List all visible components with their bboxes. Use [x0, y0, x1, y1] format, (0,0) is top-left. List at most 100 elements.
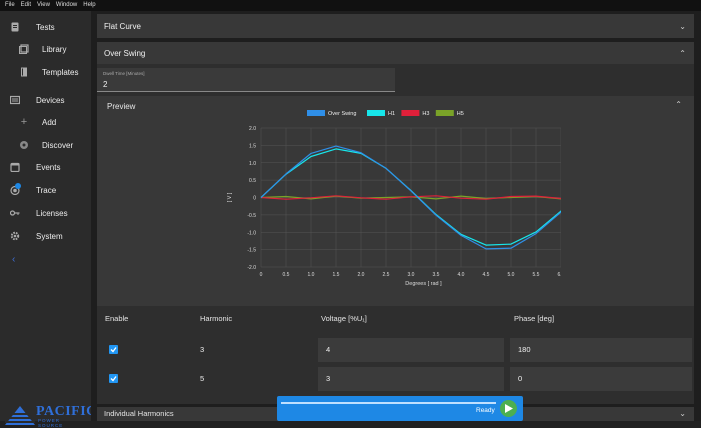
y-tick-label: 2.0	[249, 126, 256, 132]
dwell-time-caption: Dwell Time [Minutes]	[103, 71, 145, 76]
chevron-down-icon: ⌄	[679, 21, 686, 31]
menu-file[interactable]: File	[5, 0, 15, 11]
checkmark-icon	[110, 347, 117, 353]
x-tick-label: 0.5	[283, 272, 290, 278]
sidebar-item-templates[interactable]: Templates	[0, 62, 91, 82]
x-tick-label: 4.0	[458, 272, 465, 278]
discover-icon	[19, 140, 29, 150]
enable-checkbox[interactable]	[109, 374, 118, 383]
x-tick-label: 2.0	[358, 272, 365, 278]
table-row: 3 4 180	[97, 338, 694, 362]
phase-input[interactable]: 180	[510, 338, 692, 362]
harmonic-cell: 3	[200, 345, 205, 354]
x-axis-label: Degrees [ rad ]	[405, 281, 442, 287]
logo-subtext: POWER SOURCE	[38, 418, 64, 428]
sidebar-item-label: Add	[42, 117, 57, 127]
collapse-sidebar-icon[interactable]: ‹	[12, 254, 15, 265]
sidebar-item-label: Events	[36, 162, 61, 172]
key-icon	[10, 208, 20, 218]
sidebar-item-devices[interactable]: Devices	[0, 90, 91, 110]
legend-label: H5	[457, 111, 464, 117]
checkmark-icon	[110, 376, 117, 382]
sidebar-item-label: Devices	[36, 95, 65, 105]
menu-bar: File Edit View Window Help	[0, 0, 701, 11]
sidebar-item-label: Tests	[36, 22, 55, 32]
menu-window[interactable]: Window	[56, 0, 77, 11]
chevron-down-icon: ⌄	[679, 409, 686, 418]
calendar-icon	[10, 162, 20, 172]
sidebar-item-label: Discover	[42, 140, 74, 150]
waveform-chart: 00.51.01.52.02.53.03.54.04.55.05.56.06.5…	[227, 110, 561, 287]
x-tick-label: 0	[260, 272, 263, 278]
sidebar-item-label: Library	[42, 44, 67, 54]
x-tick-label: 1.0	[308, 272, 315, 278]
harmonic-column-header: Harmonic	[200, 314, 233, 323]
sidebar-item-library[interactable]: Library	[0, 39, 91, 59]
dwell-time-field[interactable]: Dwell Time [Minutes] 2	[97, 68, 395, 92]
y-tick-label: 1.5	[249, 143, 256, 149]
play-icon	[505, 404, 513, 413]
sidebar-item-tests[interactable]: Tests	[0, 17, 91, 37]
pacific-power-logo: PACIFIC POWER SOURCE	[5, 404, 96, 428]
preview-panel: Preview ⌃ 0 0.5 1.0 1.5 2.0 2.5 3.0 3.5 4.0 4.5 5.…	[97, 96, 694, 306]
y-tick-label: 0	[253, 196, 256, 202]
x-tick-label: 3.0	[408, 272, 415, 278]
library-icon	[19, 44, 29, 54]
devices-icon	[10, 95, 20, 105]
harmonic-cell: 5	[200, 374, 205, 383]
menu-edit[interactable]: Edit	[21, 0, 31, 11]
legend-label: Over Swing	[328, 111, 356, 117]
voltage-column-header: Voltage [%U₁]	[321, 314, 367, 323]
x-tick-label: 2.5	[383, 272, 390, 278]
menu-view[interactable]: View	[37, 0, 50, 11]
panel-title: Flat Curve	[104, 21, 141, 31]
legend-swatch	[367, 110, 385, 116]
logo-mark-icon	[5, 406, 35, 425]
sidebar-item-label: Trace	[36, 185, 57, 195]
run-button[interactable]	[500, 400, 517, 417]
phase-column-header: Phase [deg]	[514, 314, 555, 323]
gear-icon	[10, 231, 20, 241]
x-tick-label: 3.5	[433, 272, 440, 278]
phase-input[interactable]: 0	[510, 367, 692, 391]
x-tick-label: 4.5	[483, 272, 490, 278]
sidebar-item-trace[interactable]: Trace	[0, 180, 91, 200]
y-tick-label: 0.5	[249, 178, 256, 184]
sidebar: Tests Library Templates Devices + Add Di…	[0, 11, 96, 428]
over-swing-panel-header[interactable]: Over Swing ⌃	[97, 42, 694, 64]
sidebar-item-discover[interactable]: Discover	[0, 135, 91, 155]
y-axis-label: [ V ]	[227, 192, 233, 202]
legend-swatch	[401, 110, 420, 116]
y-tick-label: -1.5	[247, 248, 256, 254]
status-bar: Ready	[277, 396, 523, 421]
x-tick-label: 5.5	[533, 272, 540, 278]
chevron-up-icon: ⌃	[679, 48, 686, 58]
y-tick-label: -0.5	[247, 213, 256, 219]
sidebar-item-events[interactable]: Events	[0, 157, 91, 177]
flat-curve-panel-header[interactable]: Flat Curve ⌄	[97, 14, 694, 38]
menu-help[interactable]: Help	[83, 0, 95, 11]
voltage-input[interactable]: 3	[318, 367, 504, 391]
enable-checkbox[interactable]	[109, 345, 118, 354]
enable-column-header: Enable	[105, 314, 129, 323]
panel-title: Individual Harmonics	[104, 409, 174, 418]
panel-title: Over Swing	[104, 48, 146, 58]
dwell-time-value[interactable]: 2	[103, 80, 107, 89]
main-content: Flat Curve ⌄ Over Swing ⌃ Dwell Time [Mi…	[91, 11, 701, 421]
voltage-input[interactable]: 4	[318, 338, 504, 362]
templates-icon	[19, 67, 29, 77]
sidebar-item-add[interactable]: + Add	[0, 112, 91, 132]
over-swing-panel-body: Dwell Time [Minutes] 2 Preview ⌃ 0 0.5 1.0…	[97, 64, 694, 404]
trace-icon	[10, 183, 21, 195]
y-tick-label: 1.0	[249, 161, 256, 167]
sidebar-item-system[interactable]: System	[0, 226, 91, 246]
sidebar-item-licenses[interactable]: Licenses	[0, 203, 91, 223]
sidebar-item-label: Licenses	[36, 208, 68, 218]
sidebar-item-label: Templates	[42, 67, 79, 77]
x-tick-label: 1.5	[333, 272, 340, 278]
chevron-up-icon[interactable]: ⌃	[675, 100, 682, 109]
y-tick-label: -1.0	[247, 230, 256, 236]
sidebar-item-label: System	[36, 231, 63, 241]
notification-badge	[15, 183, 21, 189]
table-row: 5 3 0	[97, 367, 694, 391]
